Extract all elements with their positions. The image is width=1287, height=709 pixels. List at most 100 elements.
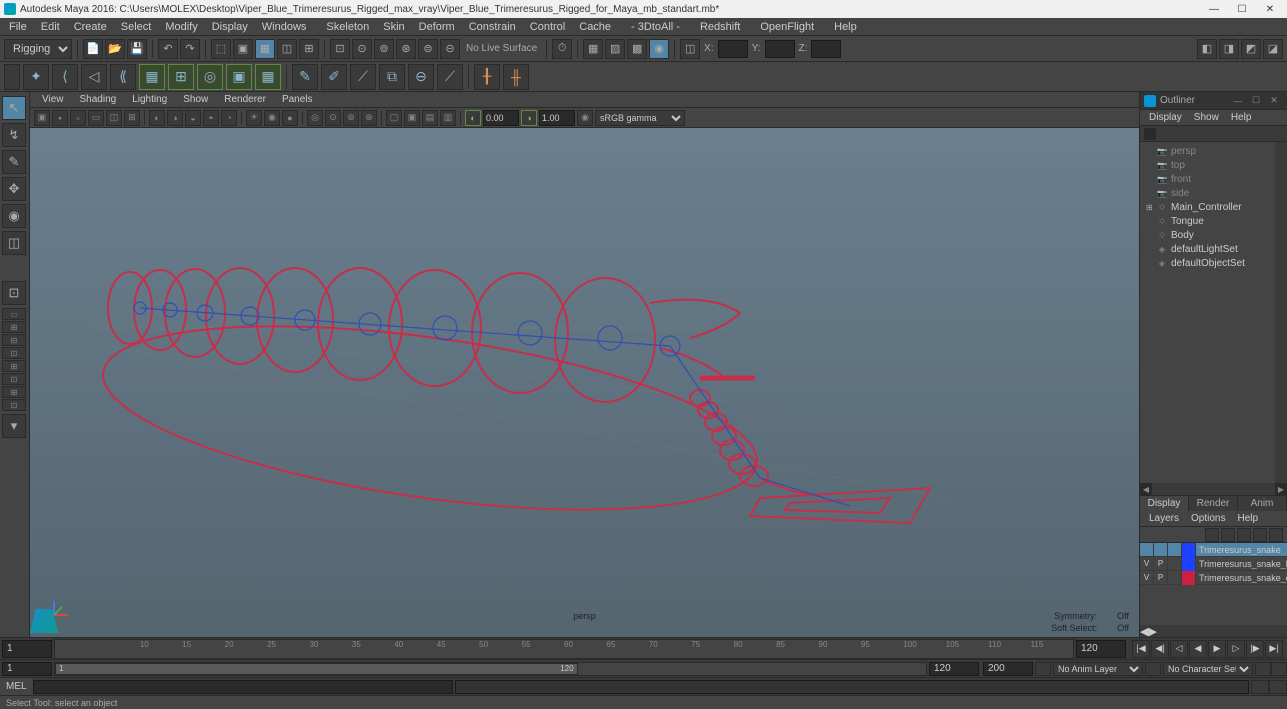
pt-gate2-icon[interactable]: ▣ — [404, 110, 420, 126]
select-object-icon[interactable]: ▣ — [233, 39, 253, 59]
shelf-paint1-icon[interactable]: ✎ — [292, 64, 318, 90]
outliner-min-button[interactable]: — — [1229, 94, 1247, 108]
layer-hscroll-left-icon[interactable]: ◀ — [1140, 625, 1148, 637]
shelf-paint3-icon[interactable]: ⟋ — [350, 64, 376, 90]
shelf-paint2-icon[interactable]: ✐ — [321, 64, 347, 90]
panel-menu-lighting[interactable]: Lighting — [126, 93, 173, 106]
input-mode-icon[interactable]: ◫ — [680, 39, 700, 59]
pt-shade3-icon[interactable]: ◒ — [185, 110, 201, 126]
layer-menu-options[interactable]: Options — [1186, 512, 1230, 525]
snap-view-icon[interactable]: ⊝ — [440, 39, 460, 59]
animlayer-dropdown[interactable]: No Anim Layer — [1053, 662, 1143, 676]
menu-cache[interactable]: Cache — [572, 19, 618, 35]
pt-2d-icon[interactable]: ◫ — [106, 110, 122, 126]
shelf-link-icon[interactable]: ⧉ — [379, 64, 405, 90]
cmdline-label[interactable]: MEL — [0, 678, 33, 695]
pt-isolate-icon[interactable]: ◎ — [307, 110, 323, 126]
menu-help[interactable]: Help — [827, 19, 864, 35]
pt-near-input[interactable] — [483, 110, 519, 126]
layer-row[interactable]: VPTrimeresurus_snake_bo — [1140, 557, 1287, 571]
timeline-end-input[interactable] — [1076, 640, 1126, 658]
rotate-tool[interactable]: ◉ — [2, 204, 26, 228]
menuset-dropdown[interactable]: Rigging — [4, 39, 72, 59]
shelf-arrow-right-icon[interactable]: ◁ — [81, 64, 107, 90]
lasso-tool[interactable]: ↯ — [2, 123, 26, 147]
redo-icon[interactable]: ↷ — [180, 39, 200, 59]
panel-menu-panels[interactable]: Panels — [276, 93, 319, 106]
panel-menu-show[interactable]: Show — [177, 93, 214, 106]
history-icon[interactable]: ⏱ — [552, 39, 572, 59]
select-mask-icon[interactable]: ◫ — [277, 39, 297, 59]
outliner-node[interactable]: 📷front — [1140, 172, 1287, 186]
pt-gate3-icon[interactable]: ▤ — [422, 110, 438, 126]
menu-constrain[interactable]: Constrain — [462, 19, 523, 35]
shelf-grid3-icon[interactable]: ▦ — [255, 64, 281, 90]
shelf-grid2-icon[interactable]: ⊞ — [168, 64, 194, 90]
outliner-node[interactable]: ⬦Tongue — [1140, 214, 1287, 228]
outliner-node[interactable]: ⬦Body — [1140, 228, 1287, 242]
snap-grid-icon[interactable]: ⊡ — [330, 39, 350, 59]
panel-menu-shading[interactable]: Shading — [74, 93, 123, 106]
pt-light2-icon[interactable]: ◉ — [264, 110, 280, 126]
shelf-magnet-icon[interactable]: ⊖ — [408, 64, 434, 90]
move-tool[interactable]: ✥ — [2, 177, 26, 201]
close-button[interactable]: ✕ — [1257, 1, 1283, 17]
paint-select-tool[interactable]: ✎ — [2, 150, 26, 174]
layer-icon4[interactable] — [1253, 528, 1267, 542]
layer-menu-layers[interactable]: Layers — [1144, 512, 1184, 525]
undo-icon[interactable]: ↶ — [158, 39, 178, 59]
play-back-button[interactable]: ◀ — [1189, 640, 1207, 658]
layer-tab-anim[interactable]: Anim — [1238, 496, 1287, 511]
layer-menu-help[interactable]: Help — [1232, 512, 1263, 525]
snap-curve-icon[interactable]: ⊙ — [352, 39, 372, 59]
outliner-node[interactable]: ◈defaultLightSet — [1140, 242, 1287, 256]
outliner-node[interactable]: 📷persp — [1140, 144, 1287, 158]
shelf-wand-icon[interactable]: ⟋ — [437, 64, 463, 90]
animlayer-icon[interactable] — [1145, 662, 1161, 676]
ipr-icon[interactable]: ▨ — [605, 39, 625, 59]
shelf-tab-icon[interactable] — [4, 64, 20, 90]
pt-light1-icon[interactable]: ☀ — [246, 110, 262, 126]
goto-start-button[interactable]: |◀ — [1132, 640, 1150, 658]
pt-grid-icon[interactable]: ⊞ — [124, 110, 140, 126]
menu-modify[interactable]: Modify — [158, 19, 204, 35]
pt-colorspace-icon[interactable]: ◉ — [577, 110, 593, 126]
menu-skin[interactable]: Skin — [376, 19, 411, 35]
coord-x-input[interactable] — [718, 40, 748, 58]
charset-dropdown[interactable]: No Character Set — [1163, 662, 1253, 676]
range-total-input[interactable] — [983, 662, 1033, 676]
shelf-orange1-icon[interactable]: ╂ — [474, 64, 500, 90]
outliner-menu-show[interactable]: Show — [1189, 111, 1224, 124]
pt-xray2-icon[interactable]: ⊚ — [343, 110, 359, 126]
sidebar-toggle2-icon[interactable]: ◨ — [1219, 39, 1239, 59]
outliner-node[interactable]: ◈defaultObjectSet — [1140, 256, 1287, 270]
menu-create[interactable]: Create — [67, 19, 114, 35]
sidebar-toggle1-icon[interactable]: ◧ — [1197, 39, 1217, 59]
range-handle[interactable]: 1 120 — [55, 663, 578, 675]
menu-control[interactable]: Control — [523, 19, 572, 35]
render-icon[interactable]: ▦ — [583, 39, 603, 59]
shelf-circle-icon[interactable]: ◎ — [197, 64, 223, 90]
menu-deform[interactable]: Deform — [412, 19, 462, 35]
outliner-menu-display[interactable]: Display — [1144, 111, 1187, 124]
pt-gate1-icon[interactable]: ▢ — [386, 110, 402, 126]
play-forward-button[interactable]: ▶ — [1208, 640, 1226, 658]
select-mask2-icon[interactable]: ⊞ — [299, 39, 319, 59]
coord-z-input[interactable] — [811, 40, 841, 58]
menu-windows[interactable]: Windows — [255, 19, 314, 35]
minimize-button[interactable]: — — [1201, 1, 1227, 17]
pt-xray-icon[interactable]: ⊙ — [325, 110, 341, 126]
menu-skeleton[interactable]: Skeleton — [319, 19, 376, 35]
range-track[interactable]: 1 120 — [54, 662, 927, 676]
viewport[interactable]: persp Symmetry:Off Soft Select:Off — [30, 128, 1139, 637]
pt-gate4-icon[interactable]: ▥ — [440, 110, 456, 126]
render-settings-icon[interactable]: ▩ — [627, 39, 647, 59]
outliner-menu-help[interactable]: Help — [1226, 111, 1257, 124]
hscroll-left-icon[interactable]: ◀ — [1140, 483, 1152, 495]
panel-menu-renderer[interactable]: Renderer — [218, 93, 272, 106]
shelf-orange2-icon[interactable]: ╫ — [503, 64, 529, 90]
shelf-rewind-icon[interactable]: ⟪ — [110, 64, 136, 90]
select-component-icon[interactable]: ▦ — [255, 39, 275, 59]
layer-hscroll-right-icon[interactable]: ▶ — [1148, 625, 1156, 637]
select-hierarchy-icon[interactable]: ⬚ — [211, 39, 231, 59]
